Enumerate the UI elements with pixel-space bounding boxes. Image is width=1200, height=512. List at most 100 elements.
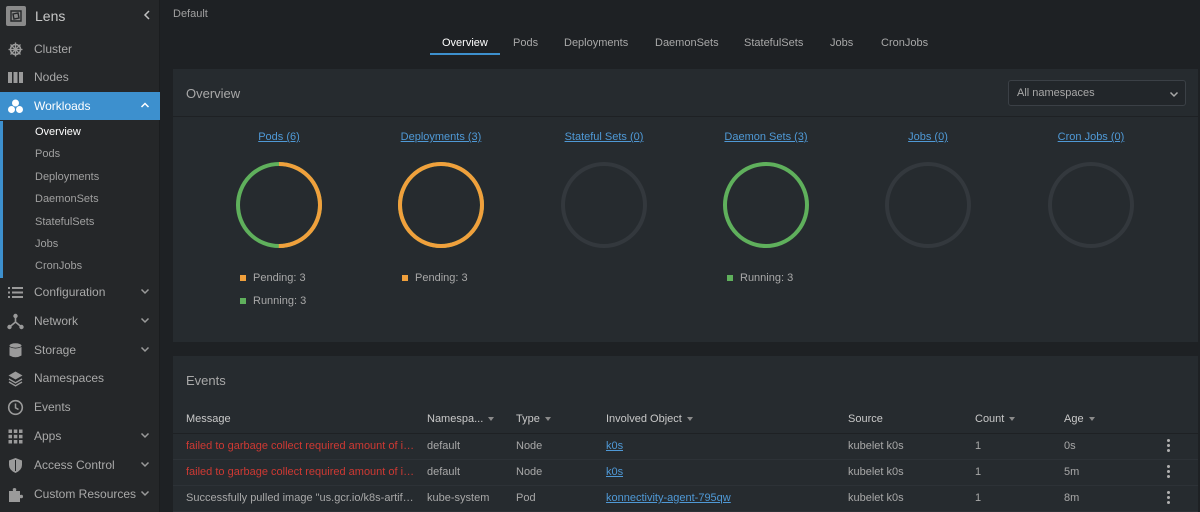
workload-daemonsets: Daemon Sets (3) <box>696 129 836 248</box>
legend-label: Pending: 3 <box>415 272 468 284</box>
sidebar-item-storage[interactable]: Storage <box>0 336 160 364</box>
tab-daemonsets[interactable]: DaemonSets <box>655 37 719 49</box>
tab-jobs[interactable]: Jobs <box>830 37 853 49</box>
row-menu-icon[interactable] <box>1167 465 1171 479</box>
workload-title-link[interactable]: Cron Jobs (0) <box>1058 131 1125 143</box>
event-source: kubelet k0s <box>848 492 904 504</box>
chevron-down-icon <box>140 288 150 295</box>
sidebar-sub-statefulsets[interactable]: StatefulSets <box>35 216 94 228</box>
status-ring-chart <box>1048 162 1134 248</box>
legend-item: Pending: 3 <box>240 272 306 284</box>
row-menu-icon[interactable] <box>1167 439 1171 453</box>
sidebar-item-label: Cluster <box>34 42 73 56</box>
status-ring-chart <box>885 162 971 248</box>
empty-ring <box>1048 162 1134 248</box>
namespace-select[interactable]: All namespaces <box>1008 80 1186 106</box>
clock-icon <box>7 399 24 416</box>
storage-icon <box>9 343 22 358</box>
event-namespace: default <box>427 466 461 478</box>
status-ring-chart <box>561 162 647 248</box>
table-row[interactable]: failed to garbage collect required amoun… <box>173 434 1198 460</box>
legend-swatch <box>402 275 408 281</box>
apps-grid-icon <box>8 429 23 444</box>
event-count: 1 <box>975 466 982 478</box>
legend-swatch <box>240 298 246 304</box>
sidebar-item-custom-resources[interactable]: Custom Resources <box>0 480 160 508</box>
sort-icon <box>1009 417 1016 421</box>
event-message: failed to garbage collect required amoun… <box>186 440 418 452</box>
legend-label: Running: 3 <box>253 295 307 307</box>
sidebar-item-configuration[interactable]: Configuration <box>0 278 160 306</box>
workload-title-link[interactable]: Jobs (0) <box>908 131 948 143</box>
sidebar-item-events[interactable]: Events <box>0 393 160 421</box>
involved-object-link[interactable]: k0s <box>606 466 623 478</box>
sidebar-sub-cronjobs[interactable]: CronJobs <box>35 260 82 272</box>
chevron-up-icon <box>140 102 150 108</box>
column-header-label: Age <box>1064 413 1084 425</box>
chevron-down-icon <box>140 490 150 497</box>
table-row[interactable]: Successfully pulled image "us.gcr.io/k8s… <box>173 486 1198 512</box>
sidebar-item-label: Custom Resources <box>34 487 137 501</box>
collapse-sidebar-icon[interactable] <box>140 6 154 24</box>
sidebar-sub-daemonsets[interactable]: DaemonSets <box>35 193 99 205</box>
tab-overview[interactable]: Overview <box>442 37 488 49</box>
sidebar-item-cluster[interactable]: Cluster <box>0 35 160 63</box>
sidebar-sub-jobs[interactable]: Jobs <box>35 238 58 250</box>
workload-title-link[interactable]: Deployments (3) <box>401 131 482 143</box>
sidebar-sub-deployments[interactable]: Deployments <box>35 171 99 183</box>
column-header-label: Source <box>848 413 883 425</box>
workloads-submenu: Overview Pods Deployments DaemonSets Sta… <box>0 121 160 278</box>
sort-icon <box>488 417 495 421</box>
sidebar-item-workloads[interactable]: Workloads <box>0 92 160 120</box>
workloads-icon <box>8 99 23 113</box>
status-ring-chart <box>723 162 809 248</box>
tab-cronjobs[interactable]: CronJobs <box>881 37 928 49</box>
legend-swatch <box>240 275 246 281</box>
sidebar-sub-overview[interactable]: Overview <box>35 126 81 138</box>
involved-object-link[interactable]: k0s <box>606 440 623 452</box>
column-header-count[interactable]: Count <box>975 413 1016 425</box>
column-header-involved-object[interactable]: Involved Object <box>606 413 693 425</box>
overview-header: Overview All namespaces <box>173 69 1198 117</box>
column-header-age[interactable]: Age <box>1064 413 1095 425</box>
workload-title-link[interactable]: Daemon Sets (3) <box>724 131 807 143</box>
sidebar-item-access-control[interactable]: Access Control <box>0 451 160 479</box>
column-header-label: Count <box>975 413 1005 425</box>
table-row[interactable]: failed to garbage collect required amoun… <box>173 460 1198 486</box>
tab-statefulsets[interactable]: StatefulSets <box>744 37 803 49</box>
workload-title-link[interactable]: Pods (6) <box>258 131 300 143</box>
workload-cronjobs: Cron Jobs (0) <box>1021 129 1161 248</box>
sidebar: Lens Cluster Nodes Workloads Overview Po… <box>0 0 160 512</box>
involved-object-link[interactable]: konnectivity-agent-795qw <box>606 492 731 504</box>
tab-pods[interactable]: Pods <box>513 37 538 49</box>
breadcrumb: Default <box>173 8 208 20</box>
row-menu-icon[interactable] <box>1167 491 1171 505</box>
sidebar-item-nodes[interactable]: Nodes <box>0 63 160 91</box>
column-header-message[interactable]: Message <box>186 413 231 425</box>
lens-logo-icon <box>6 6 26 26</box>
sidebar-item-label: Workloads <box>34 99 91 113</box>
column-header-namespace[interactable]: Namespa... <box>427 413 495 425</box>
legend-item: Running: 3 <box>727 272 793 284</box>
column-header-type[interactable]: Type <box>516 413 551 425</box>
namespace-select-value: All namespaces <box>1017 87 1095 99</box>
chevron-down-icon <box>140 461 150 468</box>
sidebar-item-apps[interactable]: Apps <box>0 422 160 450</box>
events-title: Events <box>186 373 226 388</box>
workload-title-link[interactable]: Stateful Sets (0) <box>565 131 644 143</box>
chevron-down-icon <box>140 432 150 439</box>
sort-icon <box>544 417 551 421</box>
tab-deployments[interactable]: Deployments <box>564 37 628 49</box>
sidebar-item-namespaces[interactable]: Namespaces <box>0 364 160 392</box>
column-header-source[interactable]: Source <box>848 413 883 425</box>
running-arc <box>723 162 809 248</box>
pending-arc <box>398 162 484 248</box>
sidebar-item-label: Configuration <box>34 285 106 299</box>
workloads-tabs: Overview Pods Deployments DaemonSets Sta… <box>160 32 1200 58</box>
sidebar-sub-pods[interactable]: Pods <box>35 148 60 160</box>
event-count: 1 <box>975 440 982 452</box>
sidebar-item-label: Network <box>34 314 79 328</box>
network-icon <box>7 313 24 330</box>
sidebar-item-label: Apps <box>34 429 62 443</box>
sidebar-item-network[interactable]: Network <box>0 307 160 335</box>
